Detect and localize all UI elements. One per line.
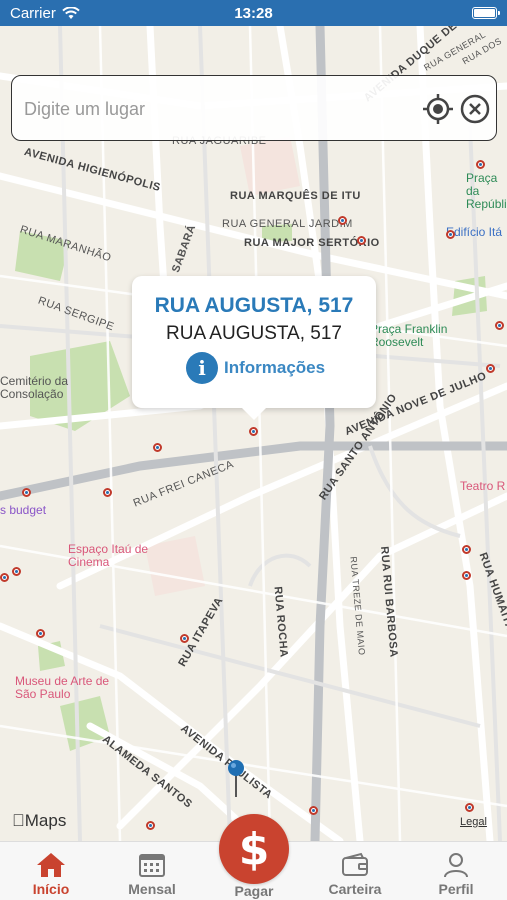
wifi-icon	[62, 6, 80, 19]
home-icon	[37, 853, 65, 877]
poi-label: Cemitério da Consolação	[0, 374, 69, 401]
calendar-icon	[139, 854, 165, 877]
poi-label: Praça Franklin Roosevelt	[370, 322, 448, 349]
tab-label-pagar: Pagar	[234, 883, 274, 899]
tab-mensal[interactable]: Mensal	[107, 842, 197, 900]
wallet-icon	[342, 852, 368, 876]
parking-pin[interactable]	[476, 160, 485, 169]
tab-label: Carteira	[328, 881, 382, 897]
search-box	[11, 75, 497, 141]
tab-label: Perfil	[438, 881, 474, 897]
carrier-group: Carrier	[10, 5, 80, 22]
apple-logo-icon: 	[12, 811, 25, 830]
poi-label: Praça da República	[466, 171, 507, 211]
tab-perfil[interactable]: Perfil	[411, 842, 501, 900]
selected-location-pin[interactable]	[227, 759, 245, 799]
tab-label: Início	[32, 881, 70, 897]
location-callout: RUA AUGUSTA, 517 RUA AUGUSTA, 517 i Info…	[132, 276, 376, 420]
parking-pin[interactable]	[309, 806, 318, 815]
parking-pin[interactable]	[12, 567, 21, 576]
search-input[interactable]	[24, 94, 414, 124]
carrier-label: Carrier	[10, 4, 56, 22]
parking-pin[interactable]	[180, 634, 189, 643]
status-bar: Carrier 13:28	[0, 0, 507, 26]
street-label: RUA MARQUÊS DE ITU	[230, 190, 361, 202]
legal-link[interactable]: Legal	[460, 816, 487, 828]
callout-title: RUA AUGUSTA, 517	[154, 294, 354, 317]
parking-pin[interactable]	[465, 803, 474, 812]
battery-icon	[472, 7, 500, 19]
info-button[interactable]: i Informações	[186, 352, 325, 384]
info-label: Informações	[224, 358, 326, 377]
parking-pin[interactable]	[486, 364, 495, 373]
parking-pin[interactable]	[103, 488, 112, 497]
street-label: RUA GENERAL JARDIM	[222, 218, 353, 230]
user-icon	[444, 853, 468, 878]
clear-search-icon[interactable]	[459, 93, 491, 125]
parking-pin[interactable]	[462, 571, 471, 580]
tab-inicio[interactable]: Início	[6, 842, 96, 900]
parking-pin[interactable]	[357, 236, 366, 245]
parking-pin[interactable]	[495, 321, 504, 330]
parking-pin[interactable]	[249, 427, 258, 436]
pay-button[interactable]: $	[219, 814, 289, 884]
dollar-icon: $	[238, 823, 270, 875]
parking-pin[interactable]	[22, 488, 31, 497]
callout-subtitle: RUA AUGUSTA, 517	[166, 323, 342, 344]
parking-pin[interactable]	[338, 216, 347, 225]
tab-label: Mensal	[128, 881, 176, 897]
locate-me-icon[interactable]	[422, 93, 454, 125]
poi-label: Teatro R	[460, 479, 506, 493]
parking-pin[interactable]	[36, 629, 45, 638]
parking-pin[interactable]	[0, 573, 9, 582]
parking-pin[interactable]	[153, 443, 162, 452]
poi-label: Museu de Arte de São Paulo	[15, 674, 110, 701]
poi-label: s budget	[0, 503, 47, 517]
tab-carteira[interactable]: Carteira	[310, 842, 400, 900]
map-view[interactable]: AVENIDA HIGIENÓPOLIS RUA MARANHÃO RUA SE…	[0, 26, 507, 841]
poi-label: Espaço Itaú de Cinema	[68, 542, 149, 569]
maps-attribution: Maps	[12, 811, 66, 830]
info-icon: i	[186, 352, 218, 384]
parking-pin[interactable]	[446, 230, 455, 239]
parking-pin[interactable]	[462, 545, 471, 554]
parking-pin[interactable]	[146, 821, 155, 830]
